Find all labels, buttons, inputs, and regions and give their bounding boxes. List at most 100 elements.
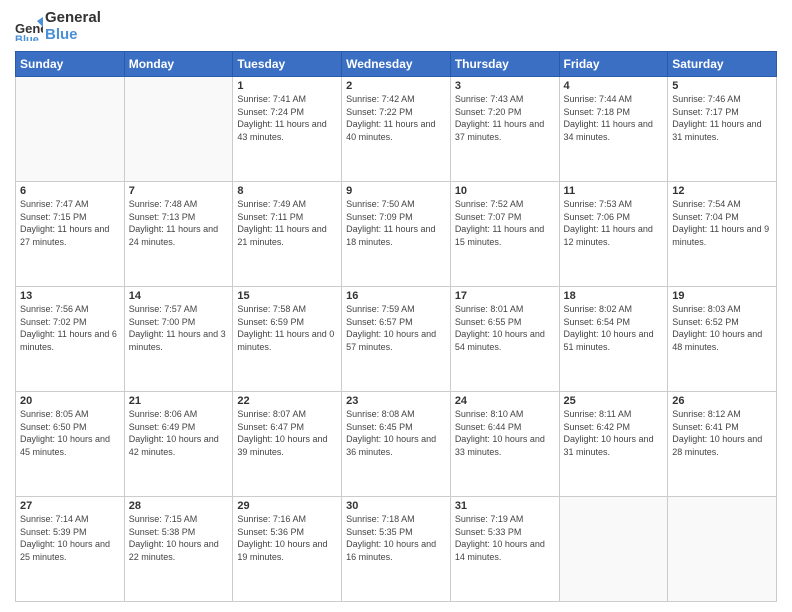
calendar-week-1: 1 Sunrise: 7:41 AM Sunset: 7:24 PM Dayli… <box>16 77 777 182</box>
calendar-day: 16 Sunrise: 7:59 AM Sunset: 6:57 PM Dayl… <box>342 287 451 392</box>
calendar-header-tuesday: Tuesday <box>233 52 342 77</box>
calendar-day: 1 Sunrise: 7:41 AM Sunset: 7:24 PM Dayli… <box>233 77 342 182</box>
calendar-day: 3 Sunrise: 7:43 AM Sunset: 7:20 PM Dayli… <box>450 77 559 182</box>
calendar-table: SundayMondayTuesdayWednesdayThursdayFrid… <box>15 51 777 602</box>
day-info: Sunrise: 7:49 AM Sunset: 7:11 PM Dayligh… <box>237 198 337 248</box>
calendar-day: 22 Sunrise: 8:07 AM Sunset: 6:47 PM Dayl… <box>233 392 342 497</box>
day-info: Sunrise: 8:06 AM Sunset: 6:49 PM Dayligh… <box>129 408 229 458</box>
day-number: 18 <box>564 290 664 302</box>
calendar-day: 21 Sunrise: 8:06 AM Sunset: 6:49 PM Dayl… <box>124 392 233 497</box>
day-info: Sunrise: 8:11 AM Sunset: 6:42 PM Dayligh… <box>564 408 664 458</box>
day-number: 4 <box>564 80 664 92</box>
day-number: 12 <box>672 185 772 197</box>
day-info: Sunrise: 7:50 AM Sunset: 7:09 PM Dayligh… <box>346 198 446 248</box>
day-info: Sunrise: 7:59 AM Sunset: 6:57 PM Dayligh… <box>346 303 446 353</box>
day-info: Sunrise: 7:56 AM Sunset: 7:02 PM Dayligh… <box>20 303 120 353</box>
day-number: 10 <box>455 185 555 197</box>
day-info: Sunrise: 7:43 AM Sunset: 7:20 PM Dayligh… <box>455 93 555 143</box>
day-number: 29 <box>237 500 337 512</box>
logo-icon: General Blue <box>15 13 43 41</box>
calendar-day <box>16 77 125 182</box>
day-info: Sunrise: 7:42 AM Sunset: 7:22 PM Dayligh… <box>346 93 446 143</box>
day-number: 3 <box>455 80 555 92</box>
logo-blue: Blue <box>45 27 101 44</box>
calendar-week-3: 13 Sunrise: 7:56 AM Sunset: 7:02 PM Dayl… <box>16 287 777 392</box>
calendar-day: 17 Sunrise: 8:01 AM Sunset: 6:55 PM Dayl… <box>450 287 559 392</box>
calendar-day: 6 Sunrise: 7:47 AM Sunset: 7:15 PM Dayli… <box>16 182 125 287</box>
calendar-day: 10 Sunrise: 7:52 AM Sunset: 7:07 PM Dayl… <box>450 182 559 287</box>
day-number: 16 <box>346 290 446 302</box>
calendar-day: 13 Sunrise: 7:56 AM Sunset: 7:02 PM Dayl… <box>16 287 125 392</box>
day-info: Sunrise: 8:12 AM Sunset: 6:41 PM Dayligh… <box>672 408 772 458</box>
calendar-header-sunday: Sunday <box>16 52 125 77</box>
day-info: Sunrise: 7:48 AM Sunset: 7:13 PM Dayligh… <box>129 198 229 248</box>
calendar-day: 7 Sunrise: 7:48 AM Sunset: 7:13 PM Dayli… <box>124 182 233 287</box>
day-number: 25 <box>564 395 664 407</box>
day-number: 11 <box>564 185 664 197</box>
calendar-header-thursday: Thursday <box>450 52 559 77</box>
calendar-week-5: 27 Sunrise: 7:14 AM Sunset: 5:39 PM Dayl… <box>16 497 777 602</box>
day-info: Sunrise: 7:18 AM Sunset: 5:35 PM Dayligh… <box>346 513 446 563</box>
calendar-day: 28 Sunrise: 7:15 AM Sunset: 5:38 PM Dayl… <box>124 497 233 602</box>
calendar-day: 25 Sunrise: 8:11 AM Sunset: 6:42 PM Dayl… <box>559 392 668 497</box>
calendar-header-row: SundayMondayTuesdayWednesdayThursdayFrid… <box>16 52 777 77</box>
day-info: Sunrise: 7:52 AM Sunset: 7:07 PM Dayligh… <box>455 198 555 248</box>
day-info: Sunrise: 8:08 AM Sunset: 6:45 PM Dayligh… <box>346 408 446 458</box>
calendar-day: 5 Sunrise: 7:46 AM Sunset: 7:17 PM Dayli… <box>668 77 777 182</box>
calendar-header-friday: Friday <box>559 52 668 77</box>
day-number: 7 <box>129 185 229 197</box>
calendar-week-2: 6 Sunrise: 7:47 AM Sunset: 7:15 PM Dayli… <box>16 182 777 287</box>
calendar-day <box>668 497 777 602</box>
calendar-day: 26 Sunrise: 8:12 AM Sunset: 6:41 PM Dayl… <box>668 392 777 497</box>
calendar-day: 30 Sunrise: 7:18 AM Sunset: 5:35 PM Dayl… <box>342 497 451 602</box>
day-info: Sunrise: 7:15 AM Sunset: 5:38 PM Dayligh… <box>129 513 229 563</box>
calendar-day: 23 Sunrise: 8:08 AM Sunset: 6:45 PM Dayl… <box>342 392 451 497</box>
day-number: 17 <box>455 290 555 302</box>
calendar-header-saturday: Saturday <box>668 52 777 77</box>
calendar-day: 31 Sunrise: 7:19 AM Sunset: 5:33 PM Dayl… <box>450 497 559 602</box>
day-number: 13 <box>20 290 120 302</box>
day-number: 5 <box>672 80 772 92</box>
calendar-day: 19 Sunrise: 8:03 AM Sunset: 6:52 PM Dayl… <box>668 287 777 392</box>
calendar-day: 18 Sunrise: 8:02 AM Sunset: 6:54 PM Dayl… <box>559 287 668 392</box>
day-info: Sunrise: 7:57 AM Sunset: 7:00 PM Dayligh… <box>129 303 229 353</box>
day-info: Sunrise: 8:03 AM Sunset: 6:52 PM Dayligh… <box>672 303 772 353</box>
day-number: 8 <box>237 185 337 197</box>
day-info: Sunrise: 7:44 AM Sunset: 7:18 PM Dayligh… <box>564 93 664 143</box>
calendar-day: 12 Sunrise: 7:54 AM Sunset: 7:04 PM Dayl… <box>668 182 777 287</box>
calendar-header-wednesday: Wednesday <box>342 52 451 77</box>
day-number: 24 <box>455 395 555 407</box>
page: General Blue General Blue SundayMondayTu… <box>0 0 792 612</box>
day-number: 21 <box>129 395 229 407</box>
calendar-day: 8 Sunrise: 7:49 AM Sunset: 7:11 PM Dayli… <box>233 182 342 287</box>
svg-text:Blue: Blue <box>15 34 39 41</box>
calendar-day: 27 Sunrise: 7:14 AM Sunset: 5:39 PM Dayl… <box>16 497 125 602</box>
day-info: Sunrise: 8:07 AM Sunset: 6:47 PM Dayligh… <box>237 408 337 458</box>
day-number: 20 <box>20 395 120 407</box>
day-number: 26 <box>672 395 772 407</box>
day-number: 9 <box>346 185 446 197</box>
calendar-day: 9 Sunrise: 7:50 AM Sunset: 7:09 PM Dayli… <box>342 182 451 287</box>
day-info: Sunrise: 7:19 AM Sunset: 5:33 PM Dayligh… <box>455 513 555 563</box>
day-info: Sunrise: 7:47 AM Sunset: 7:15 PM Dayligh… <box>20 198 120 248</box>
logo-general: General <box>45 10 101 27</box>
calendar-day <box>559 497 668 602</box>
day-number: 23 <box>346 395 446 407</box>
day-number: 27 <box>20 500 120 512</box>
day-info: Sunrise: 8:01 AM Sunset: 6:55 PM Dayligh… <box>455 303 555 353</box>
calendar-day: 2 Sunrise: 7:42 AM Sunset: 7:22 PM Dayli… <box>342 77 451 182</box>
calendar-day: 14 Sunrise: 7:57 AM Sunset: 7:00 PM Dayl… <box>124 287 233 392</box>
day-number: 2 <box>346 80 446 92</box>
calendar-day: 11 Sunrise: 7:53 AM Sunset: 7:06 PM Dayl… <box>559 182 668 287</box>
day-info: Sunrise: 7:53 AM Sunset: 7:06 PM Dayligh… <box>564 198 664 248</box>
day-info: Sunrise: 7:54 AM Sunset: 7:04 PM Dayligh… <box>672 198 772 248</box>
calendar-week-4: 20 Sunrise: 8:05 AM Sunset: 6:50 PM Dayl… <box>16 392 777 497</box>
header: General Blue General Blue <box>15 10 777 43</box>
day-number: 15 <box>237 290 337 302</box>
logo: General Blue General Blue <box>15 10 101 43</box>
day-number: 28 <box>129 500 229 512</box>
day-info: Sunrise: 7:58 AM Sunset: 6:59 PM Dayligh… <box>237 303 337 353</box>
calendar-day: 24 Sunrise: 8:10 AM Sunset: 6:44 PM Dayl… <box>450 392 559 497</box>
calendar-header-monday: Monday <box>124 52 233 77</box>
day-number: 22 <box>237 395 337 407</box>
